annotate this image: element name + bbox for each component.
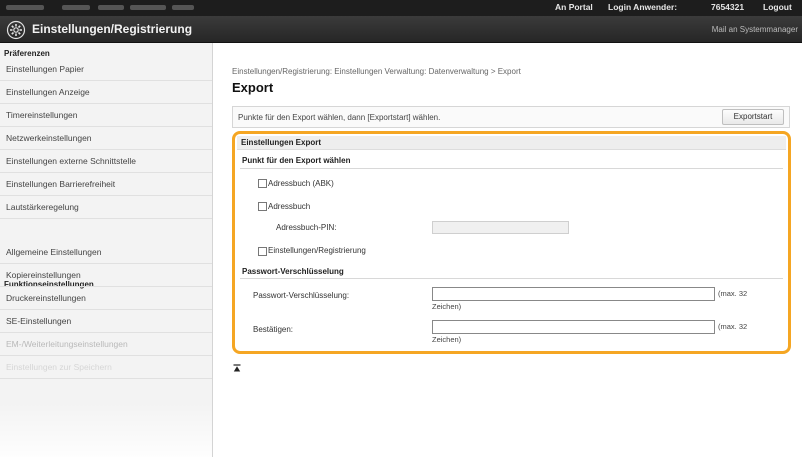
address-book-label: Adressbuch — [268, 202, 311, 211]
blurred-text — [172, 5, 194, 10]
password-max-hint: (max. 32 — [718, 289, 748, 298]
sidebar-item-general[interactable]: Allgemeine Einstellungen — [0, 241, 212, 264]
confirm-label: Bestätigen: — [253, 325, 294, 334]
confirm-password-input[interactable] — [432, 320, 715, 334]
sidebar-item-storage[interactable]: Einstellungen zur Speichern — [0, 356, 212, 379]
confirm-max-hint: (max. 32 — [718, 322, 748, 331]
app-title: Einstellungen/Registrierung — [32, 22, 193, 36]
login-id: 7654321 — [711, 2, 745, 12]
sidebar-section-preferences: Präferenzen — [4, 49, 50, 58]
sidebar-item-network[interactable]: Netzwerkeinstellungen — [0, 127, 212, 150]
password-label: Passwort-Verschlüsselung: — [253, 291, 350, 300]
blurred-text — [98, 5, 124, 10]
sidebar-item-accessibility[interactable]: Einstellungen Barrierefreiheit — [0, 173, 212, 196]
address-book-checkbox[interactable] — [258, 202, 267, 211]
back-to-top-icon[interactable] — [233, 364, 241, 372]
page-title: Export — [232, 80, 274, 95]
blurred-text — [130, 5, 166, 10]
export-start-button[interactable]: Exportstart — [722, 109, 784, 125]
sidebar-item-se[interactable]: SE-Einstellungen — [0, 310, 212, 333]
portal-link[interactable]: An Portal — [555, 2, 593, 12]
address-book-abk-checkbox[interactable] — [258, 179, 267, 188]
instruction-text: Punkte für den Export wählen, dann [Expo… — [238, 113, 441, 122]
select-items-heading: Punkt für den Export wählen — [242, 156, 351, 165]
export-settings-panel: Einstellungen Export Punkt für den Expor… — [232, 131, 791, 354]
address-book-pin-input[interactable] — [432, 221, 569, 234]
settings-gear-icon — [6, 20, 26, 40]
sidebar-item-copy[interactable]: Kopiereinstellungen — [0, 264, 212, 287]
password-encryption-heading: Passwort-Verschlüsselung — [242, 267, 344, 276]
sidebar-item-display[interactable]: Einstellungen Anzeige — [0, 81, 212, 104]
sidebar-item-timer[interactable]: Timereinstellungen — [0, 104, 212, 127]
mail-to-admin-link[interactable]: Mail an Systemmanager — [712, 25, 798, 34]
address-book-abk-label: Adressbuch (ABK) — [268, 179, 334, 188]
login-label: Login Anwender: — [608, 2, 678, 12]
panel-header: Einstellungen Export — [237, 136, 786, 150]
divider — [240, 278, 783, 279]
sidebar-item-external-interface[interactable]: Einstellungen externe Schnittstelle — [0, 150, 212, 173]
sidebar: Präferenzen Einstellungen Papier Einstel… — [0, 43, 213, 457]
sidebar-item-paper[interactable]: Einstellungen Papier — [0, 58, 212, 81]
top-bar: An Portal Login Anwender: 7654321 Logout — [0, 0, 802, 16]
blurred-text — [62, 5, 90, 10]
logout-link[interactable]: Logout — [763, 2, 792, 12]
address-book-pin-label: Adressbuch-PIN: — [276, 223, 337, 232]
password-max-hint-unit: Zeichen) — [432, 302, 462, 311]
sidebar-item-forwarding[interactable]: EM-/Weiterleitungseinstellungen — [0, 333, 212, 356]
blurred-text — [6, 5, 44, 10]
password-input[interactable] — [432, 287, 715, 301]
header-bar: Einstellungen/Registrierung Mail an Syst… — [0, 16, 802, 43]
panel-title: Einstellungen Export — [241, 138, 322, 147]
sidebar-fade — [0, 403, 212, 457]
sidebar-item-printer[interactable]: Druckereinstellungen — [0, 287, 212, 310]
settings-registration-checkbox[interactable] — [258, 247, 267, 256]
settings-registration-label: Einstellungen/Registrierung — [268, 246, 366, 255]
divider — [240, 168, 783, 169]
confirm-max-hint-unit: Zeichen) — [432, 335, 462, 344]
instruction-bar: Punkte für den Export wählen, dann [Expo… — [232, 106, 790, 128]
sidebar-item-volume[interactable]: Lautstärkeregelung — [0, 196, 212, 219]
breadcrumb: Einstellungen/Registrierung: Einstellung… — [232, 67, 521, 76]
